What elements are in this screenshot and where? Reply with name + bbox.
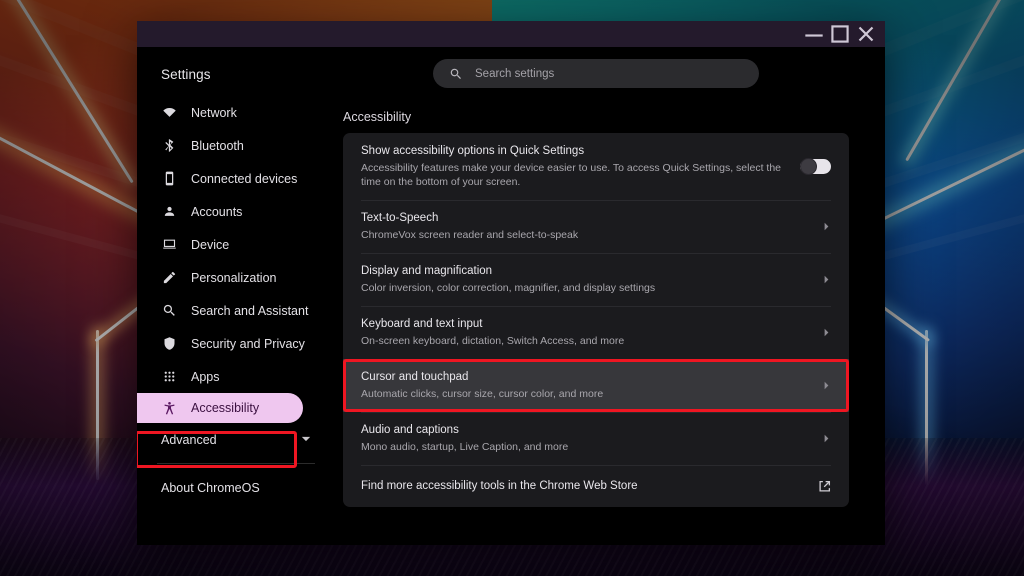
sidebar-item-network[interactable]: Network [137, 96, 333, 129]
row-title: Cursor and touchpad [361, 370, 812, 385]
sidebar-item-accounts[interactable]: Accounts [137, 195, 333, 228]
row-subtitle: ChromeVox screen reader and select-to-sp… [361, 228, 812, 242]
settings-window: Settings Network Bluetooth Connected dev… [137, 21, 885, 545]
sidebar-item-label: Connected devices [191, 172, 297, 186]
grid-icon [161, 369, 177, 385]
chevron-right-icon [822, 381, 831, 390]
external-link-icon [818, 480, 831, 493]
minimize-button[interactable] [801, 23, 827, 45]
pen-icon [161, 270, 177, 286]
shield-icon [161, 336, 177, 352]
settings-main-panel: Search settings Accessibility Show acces… [333, 47, 885, 545]
chevron-right-icon [822, 222, 831, 231]
search-icon [449, 67, 463, 81]
sidebar-advanced-label: Advanced [161, 433, 217, 447]
sidebar-item-connected-devices[interactable]: Connected devices [137, 162, 333, 195]
maximize-button[interactable] [827, 23, 853, 45]
sidebar-item-label: Security and Privacy [191, 337, 305, 351]
row-subtitle: Mono audio, startup, Live Caption, and m… [361, 440, 812, 454]
row-subtitle: Automatic clicks, cursor size, cursor co… [361, 387, 812, 401]
row-chrome-web-store-link[interactable]: Find more accessibility tools in the Chr… [343, 465, 849, 507]
sidebar-item-bluetooth[interactable]: Bluetooth [137, 129, 333, 162]
chevron-right-icon [822, 328, 831, 337]
laptop-icon [161, 237, 177, 253]
search-placeholder: Search settings [475, 68, 554, 80]
sidebar-item-personalization[interactable]: Personalization [137, 261, 333, 294]
chevron-down-icon [301, 433, 311, 447]
row-cursor-and-touchpad[interactable]: Cursor and touchpad Automatic clicks, cu… [343, 359, 849, 412]
row-keyboard-and-text-input[interactable]: Keyboard and text input On-screen keyboa… [343, 306, 849, 359]
row-title: Display and magnification [361, 264, 812, 279]
sidebar-item-about-chromeos[interactable]: About ChromeOS [137, 471, 333, 504]
accessibility-settings-card: Show accessibility options in Quick Sett… [343, 133, 849, 507]
row-subtitle: On-screen keyboard, dictation, Switch Ac… [361, 334, 812, 348]
row-title: Show accessibility options in Quick Sett… [361, 144, 790, 159]
accessibility-icon [161, 400, 177, 416]
toggle-knob [800, 158, 817, 175]
row-title: Audio and captions [361, 423, 812, 438]
phone-icon [161, 171, 177, 187]
search-bar-container: Search settings [343, 47, 849, 88]
sidebar-item-apps[interactable]: Apps [137, 360, 333, 393]
wifi-icon [161, 105, 177, 121]
sidebar-item-advanced[interactable]: Advanced [137, 423, 333, 456]
row-title: Keyboard and text input [361, 317, 812, 332]
row-subtitle: Color inversion, color correction, magni… [361, 281, 812, 295]
sidebar-item-label: Personalization [191, 271, 276, 285]
app-title: Settings [137, 59, 333, 96]
sidebar-item-label: Bluetooth [191, 139, 244, 153]
row-subtitle: Accessibility features make your device … [361, 161, 790, 189]
sidebar-item-device[interactable]: Device [137, 228, 333, 261]
row-title: Find more accessibility tools in the Chr… [361, 479, 808, 494]
chevron-right-icon [822, 275, 831, 284]
chevron-right-icon [822, 434, 831, 443]
sidebar-item-label: Network [191, 106, 237, 120]
window-titlebar [137, 21, 885, 47]
search-input[interactable]: Search settings [433, 59, 759, 88]
sidebar-item-label: Search and Assistant [191, 304, 308, 318]
sidebar-divider [157, 463, 315, 464]
sidebar-about-label: About ChromeOS [161, 481, 260, 495]
sidebar-item-search-and-assistant[interactable]: Search and Assistant [137, 294, 333, 327]
close-button[interactable] [853, 23, 879, 45]
sidebar-item-security-and-privacy[interactable]: Security and Privacy [137, 327, 333, 360]
sidebar-item-label: Accessibility [191, 401, 259, 415]
page-title: Accessibility [343, 110, 849, 124]
person-icon [161, 204, 177, 220]
sidebar-item-label: Accounts [191, 205, 242, 219]
row-audio-and-captions[interactable]: Audio and captions Mono audio, startup, … [343, 412, 849, 465]
row-title: Text-to-Speech [361, 211, 812, 226]
search-icon [161, 303, 177, 319]
row-display-and-magnification[interactable]: Display and magnification Color inversio… [343, 253, 849, 306]
sidebar-item-label: Apps [191, 370, 220, 384]
row-text-to-speech[interactable]: Text-to-Speech ChromeVox screen reader a… [343, 200, 849, 253]
sidebar-item-accessibility[interactable]: Accessibility [137, 393, 303, 423]
sidebar-item-label: Device [191, 238, 229, 252]
bluetooth-icon [161, 138, 177, 154]
quick-settings-toggle[interactable] [800, 159, 831, 174]
row-show-accessibility-quick-settings[interactable]: Show accessibility options in Quick Sett… [343, 133, 849, 200]
settings-sidebar: Settings Network Bluetooth Connected dev… [137, 47, 333, 545]
